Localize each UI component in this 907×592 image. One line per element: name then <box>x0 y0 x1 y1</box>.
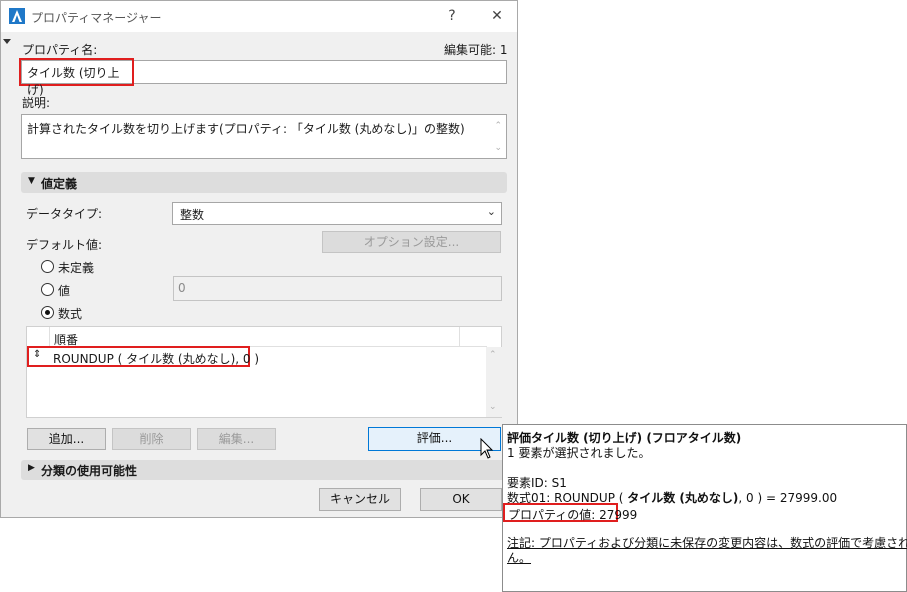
radio-value-label: 値 <box>58 284 71 298</box>
scroll-up-icon[interactable]: ⌃ <box>489 350 497 360</box>
formula-row[interactable]: ⇕ ROUNDUP ( タイル数 (丸めなし), 0 ) <box>27 346 259 367</box>
tooltip-formula-bold: タイル数 (丸めなし) <box>627 491 739 505</box>
archicad-logo-icon <box>9 8 25 24</box>
collapse-arrow-icon[interactable] <box>3 39 11 44</box>
property-name-label: プロパティ名: <box>22 43 98 57</box>
radio-undefined-label: 未定義 <box>58 261 95 275</box>
classification-title: 分類の使用可能性 <box>41 464 138 478</box>
radio-undefined[interactable] <box>41 260 54 273</box>
formula-text: ROUNDUP ( タイル数 (丸めなし), 0 ) <box>53 352 260 366</box>
data-type-label: データタイプ: <box>26 207 103 221</box>
title-bar[interactable]: プロパティマネージャー ? ✕ <box>1 1 517 32</box>
scroll-down-icon[interactable]: ⌄ <box>489 402 497 412</box>
value-definition-header[interactable]: ▼ 値定義 <box>21 172 507 193</box>
value-input[interactable]: 0 <box>173 276 502 301</box>
tooltip-note-line1: 注記: プロパティおよび分類に未保存の変更内容は、数式の評価で考慮されませ <box>507 536 907 550</box>
window-title: プロパティマネージャー <box>31 11 162 25</box>
add-button[interactable]: 追加... <box>27 428 106 450</box>
section-collapsed-icon: ▶ <box>28 463 35 473</box>
evaluation-tooltip: 評価タイル数 (切り上げ) (フロアタイル数) 1 要素が選択されました。 要素… <box>502 424 907 592</box>
radio-value[interactable] <box>41 283 54 296</box>
ok-button[interactable]: OK <box>420 488 502 511</box>
section-expanded-icon: ▼ <box>28 176 35 186</box>
radio-formula-label: 数式 <box>58 307 83 321</box>
formula-table: 順番 ⌃ ⌄ <box>26 326 502 418</box>
table-header-row: 順番 <box>27 327 487 347</box>
scroll-up-icon[interactable]: ⌃ <box>494 121 502 131</box>
description-text: 計算されたタイル数を切り上げます(プロパティ: 「タイル数 (丸めなし)」の整数… <box>27 122 465 136</box>
data-type-select[interactable]: 整数 ⌄ <box>172 202 502 225</box>
description-textarea[interactable]: 計算されたタイル数を切り上げます(プロパティ: 「タイル数 (丸めなし)」の整数… <box>21 114 507 159</box>
property-manager-dialog: プロパティマネージャー ? ✕ プロパティ名: 編集可能: 1 タイル数 (切り… <box>0 0 518 518</box>
radio-formula[interactable] <box>41 306 54 319</box>
tooltip-formula-suffix: , 0 ) = 27999.00 <box>738 491 838 505</box>
delete-button[interactable]: 削除 <box>112 428 191 450</box>
mouse-cursor-icon <box>480 438 494 459</box>
column-divider <box>459 327 460 347</box>
scroll-down-icon[interactable]: ⌄ <box>494 143 502 153</box>
table-scrollbar[interactable]: ⌃ ⌄ <box>486 347 502 417</box>
tooltip-property-value: プロパティの値: 27999 <box>503 503 637 522</box>
edit-status: 編集可能: 1 <box>444 43 508 57</box>
data-type-value: 整数 <box>180 208 205 222</box>
cancel-button[interactable]: キャンセル <box>319 488 401 511</box>
property-name-value: タイル数 (切り上げ) <box>19 58 134 97</box>
tooltip-note-line2: ん。 <box>507 551 532 565</box>
value-definition-title: 値定義 <box>41 177 78 191</box>
value-input-text: 0 <box>178 281 186 295</box>
options-button[interactable]: オプション設定... <box>322 231 501 253</box>
chevron-down-icon: ⌄ <box>486 205 496 218</box>
close-icon[interactable]: ✕ <box>486 7 508 25</box>
default-value-label: デフォルト値: <box>26 238 103 252</box>
tooltip-selected: 1 要素が選択されました。 <box>507 446 651 460</box>
column-divider <box>49 327 50 347</box>
drag-handle-icon[interactable]: ⇕ <box>33 349 41 360</box>
help-icon[interactable]: ? <box>441 7 463 25</box>
classification-header[interactable]: ▶ 分類の使用可能性 <box>21 460 507 480</box>
edit-button[interactable]: 編集... <box>197 428 276 450</box>
description-label: 説明: <box>22 96 51 110</box>
